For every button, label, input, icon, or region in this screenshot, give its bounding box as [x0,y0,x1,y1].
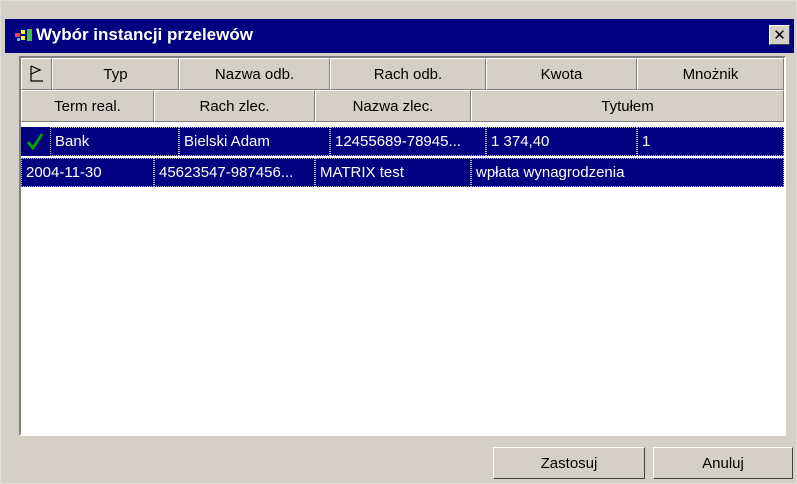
cell-tytulem: wpłata wynagrodzenia [471,158,784,187]
transfer-app-icon [15,29,32,41]
close-icon: ✕ [773,25,786,44]
column-header-kwota[interactable]: Kwota [486,58,637,90]
column-header-tytulem[interactable]: Tytułem [471,90,784,122]
cell-kwota: 1 374,40 [486,127,637,156]
title-bar[interactable]: Wybór instancji przelewów ✕ [5,19,794,53]
checkmark-icon [27,133,43,150]
cell-nazwa-odb: Bielski Adam [179,127,330,156]
button-bar: Zastosuj Anuluj [19,441,793,483]
sort-icon [29,65,43,82]
transfer-row-primary[interactable]: Bank Bielski Adam 12455689-78945... 1 37… [21,127,784,156]
cell-typ: Bank [50,127,179,156]
column-header-mnoznik[interactable]: Mnożnik [637,58,784,90]
cancel-button[interactable]: Anuluj [653,447,793,479]
transfer-row-secondary[interactable]: 2004-11-30 45623547-987456... MATRIX tes… [21,158,784,187]
close-button[interactable]: ✕ [769,25,790,45]
window-title: Wybór instancji przelewów [36,25,253,44]
cell-nazwa-zlec: MATRIX test [315,158,471,187]
column-header-rach-zlec[interactable]: Rach zlec. [154,90,315,122]
cell-mnoznik: 1 [637,127,784,156]
column-header-typ[interactable]: Typ [52,58,179,90]
cell-rach-zlec: 45623547-987456... [154,158,315,187]
cell-term-real: 2004-11-30 [21,158,154,187]
transfer-instance-dialog: Wybór instancji przelewów ✕ Typ Nazwa od… [0,0,797,484]
column-header-nazwa-zlec[interactable]: Nazwa zlec. [315,90,471,122]
apply-button[interactable]: Zastosuj [493,447,645,479]
sort-column-header[interactable] [21,58,52,90]
column-header-rach-odb[interactable]: Rach odb. [330,58,486,90]
column-header-nazwa-odb[interactable]: Nazwa odb. [179,58,330,90]
transfer-list[interactable]: Typ Nazwa odb. Rach odb. Kwota Mnożnik T… [19,56,786,436]
column-header-term-real[interactable]: Term real. [21,90,154,122]
cell-rach-odb: 12455689-78945... [330,127,486,156]
